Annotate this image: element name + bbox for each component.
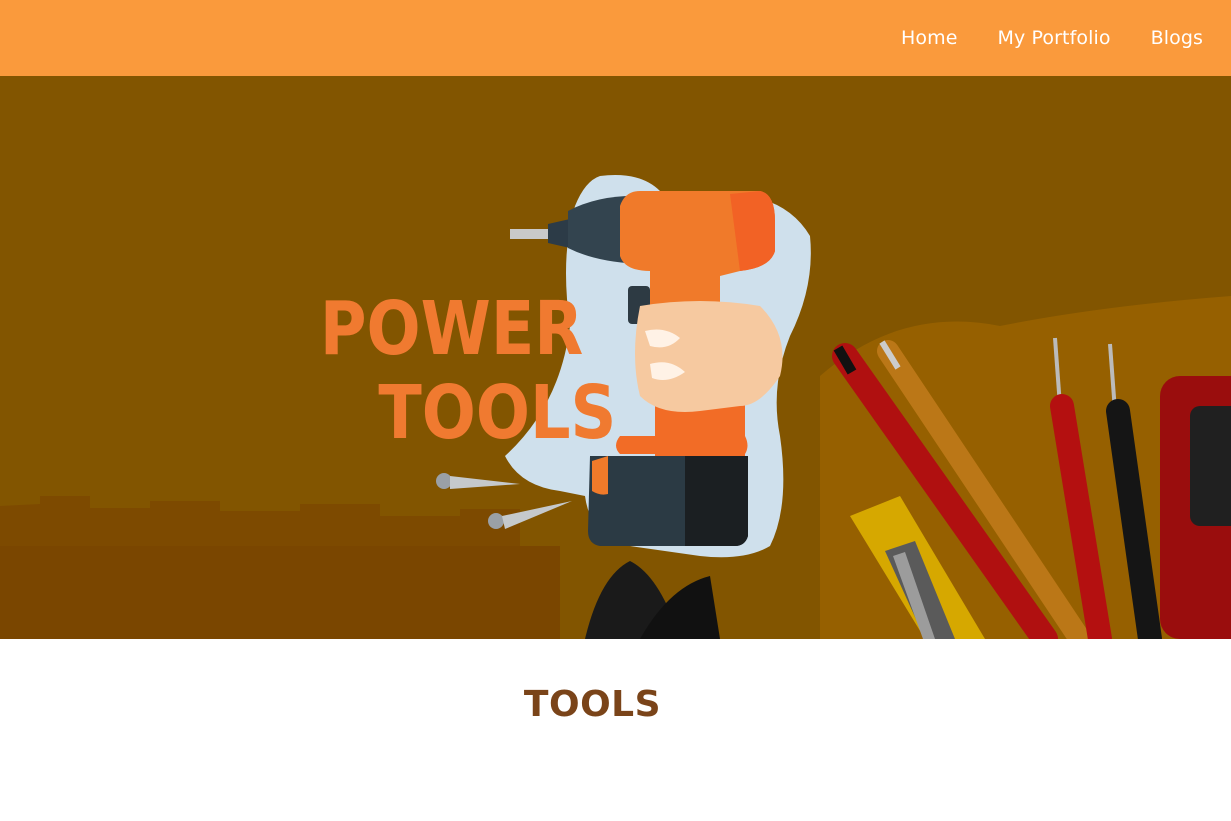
hero-logo-line2: TOOLS (378, 370, 616, 456)
hero-banner: POWER TOOLS (0, 76, 1231, 639)
nav-link-blogs[interactable]: Blogs (1151, 27, 1203, 49)
nav-links: Home My Portfolio Blogs (901, 0, 1203, 76)
multimeter-icon (1160, 376, 1231, 639)
section-title: TOOLS (523, 684, 662, 725)
nav-link-my-portfolio[interactable]: My Portfolio (998, 27, 1111, 49)
hero-logo-line1: POWER (320, 286, 583, 372)
nav-link-home[interactable]: Home (901, 27, 958, 49)
top-navbar: Home My Portfolio Blogs (0, 0, 1231, 76)
hero-image: POWER TOOLS (0, 76, 1231, 639)
